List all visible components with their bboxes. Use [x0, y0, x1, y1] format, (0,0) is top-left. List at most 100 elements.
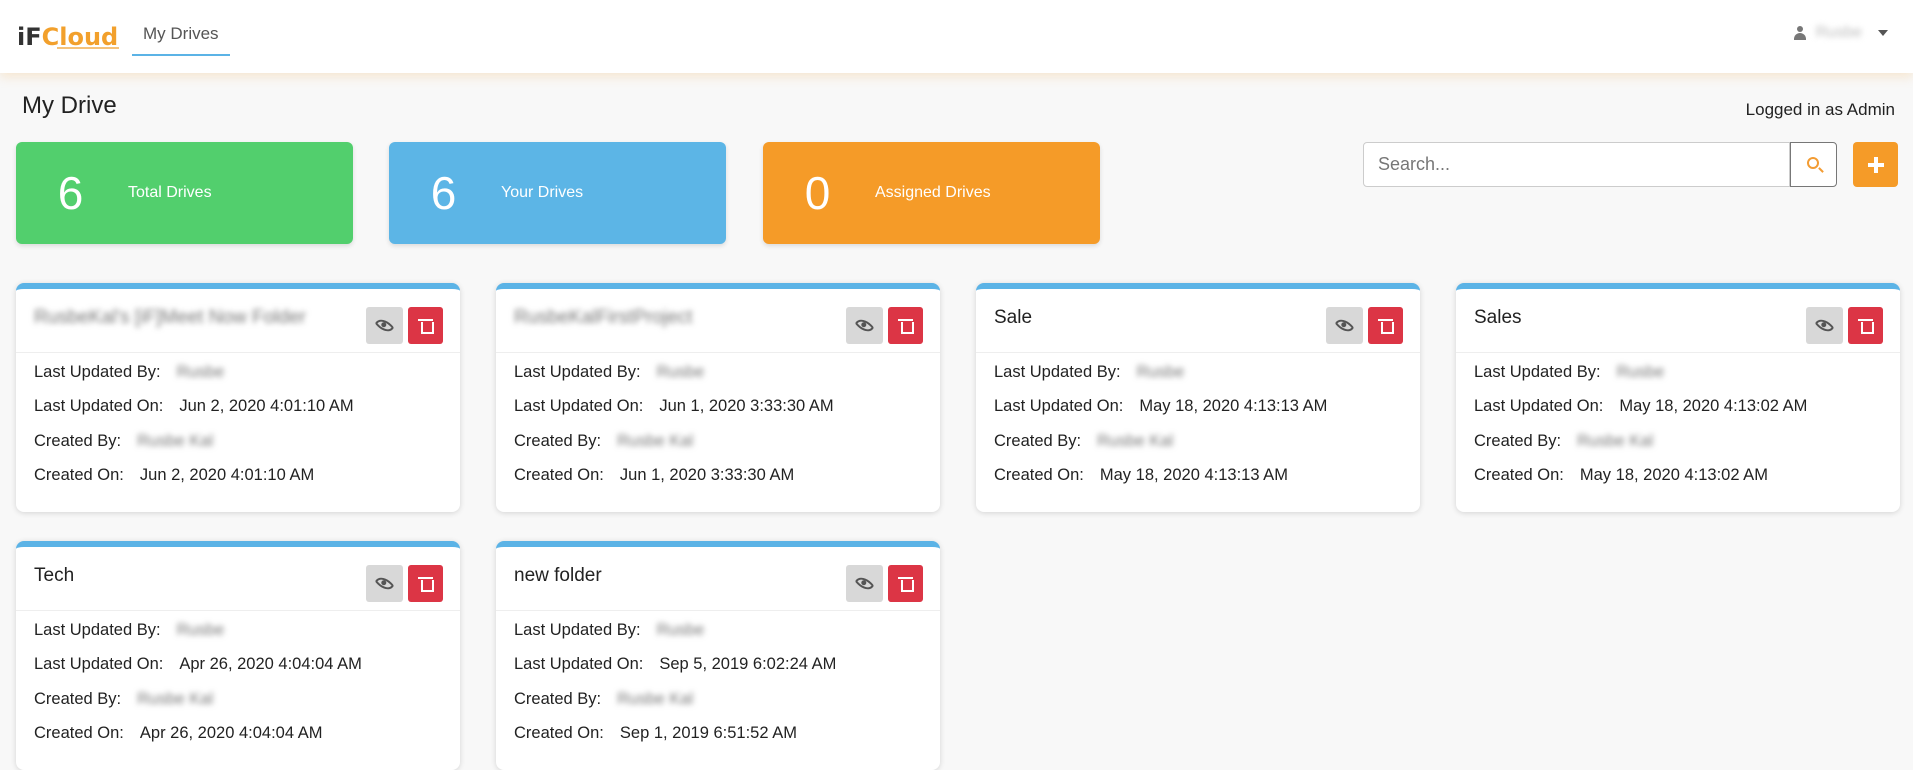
detail-label: Last Updated On: [1474, 397, 1604, 416]
drive-title[interactable]: RusbeKalFirstProject [514, 307, 692, 329]
view-button[interactable] [366, 307, 403, 344]
delete-button[interactable] [1368, 307, 1403, 344]
detail-row: Created On: Jun 1, 2020 3:33:30 AM [514, 459, 922, 494]
detail-value: Rusbe [1616, 362, 1665, 381]
detail-row: Created On: Apr 26, 2020 4:04:04 AM [34, 717, 442, 752]
detail-row: Last Updated On: Sep 5, 2019 6:02:24 AM [514, 648, 922, 683]
stat-label: Total Drives [128, 184, 212, 201]
drive-title[interactable]: new folder [514, 565, 602, 587]
page-title: My Drive [22, 92, 117, 119]
detail-row: Created By: Rusbe Kal [1474, 424, 1882, 459]
detail-label: Last Updated By: [1474, 362, 1601, 381]
eye-icon [854, 573, 875, 594]
trash-icon [898, 577, 914, 592]
view-button[interactable] [1806, 307, 1843, 344]
user-icon [1793, 26, 1806, 40]
search-button[interactable] [1790, 142, 1837, 187]
detail-value: Apr 26, 2020 4:04:04 AM [139, 724, 323, 743]
trash-icon [1858, 319, 1874, 334]
detail-label: Created On: [994, 466, 1084, 485]
drive-card: new folder Last Updated By: Rusbe Last Up… [496, 541, 940, 770]
view-button[interactable] [1326, 307, 1363, 344]
detail-label: Created By: [514, 431, 602, 450]
detail-label: Created By: [514, 689, 602, 708]
stat-total-drives: 6 Total Drives [16, 142, 353, 244]
detail-row: Created By: Rusbe Kal [994, 424, 1402, 459]
detail-row: Created By: Rusbe Kal [34, 424, 442, 459]
drive-title[interactable]: RusbeKal's [iF]Meet Now Folder [34, 307, 306, 329]
view-button[interactable] [366, 565, 403, 602]
stat-label: Assigned Drives [875, 184, 991, 201]
detail-value: Jun 1, 2020 3:33:30 AM [619, 466, 795, 485]
delete-button[interactable] [888, 307, 923, 344]
detail-value: Apr 26, 2020 4:04:04 AM [179, 655, 362, 674]
drive-card: Tech Last Updated By: Rusbe Last Updated … [16, 541, 460, 770]
detail-value: May 18, 2020 4:13:02 AM [1619, 397, 1808, 416]
add-drive-button[interactable] [1853, 142, 1898, 187]
card-header: RusbeKalFirstProject [496, 289, 940, 353]
detail-label: Created By: [34, 431, 122, 450]
detail-label: Last Updated On: [514, 655, 644, 674]
detail-value: Jun 2, 2020 4:01:10 AM [179, 397, 354, 416]
delete-button[interactable] [408, 565, 443, 602]
delete-button[interactable] [888, 565, 923, 602]
detail-row: Created On: Jun 2, 2020 4:01:10 AM [34, 459, 442, 494]
tab-my-drives[interactable]: My Drives [132, 18, 230, 56]
detail-row: Last Updated By: Rusbe [994, 355, 1402, 390]
user-menu[interactable]: Rusbe [1793, 24, 1888, 42]
detail-value: May 18, 2020 4:13:13 AM [1139, 397, 1328, 416]
detail-value: May 18, 2020 4:13:13 AM [1099, 466, 1288, 485]
card-details: Last Updated By: Rusbe Last Updated On: Ma… [1456, 353, 1900, 493]
logo-text-if: iF [17, 23, 42, 51]
card-details: Last Updated By: Rusbe Last Updated On: Ju… [496, 353, 940, 493]
detail-label: Created On: [34, 466, 124, 485]
detail-label: Last Updated On: [34, 397, 164, 416]
logo-underline [57, 47, 119, 49]
detail-value: Rusbe [1136, 362, 1185, 381]
eye-icon [854, 315, 875, 336]
detail-row: Last Updated By: Rusbe [514, 355, 922, 390]
detail-row: Last Updated By: Rusbe [34, 613, 442, 648]
ifcloud-logo[interactable]: iF Cloud [17, 22, 119, 52]
detail-row: Last Updated On: Jun 2, 2020 4:01:10 AM [34, 390, 442, 425]
detail-value: Jun 1, 2020 3:33:30 AM [659, 397, 834, 416]
delete-button[interactable] [408, 307, 443, 344]
detail-label: Last Updated On: [994, 397, 1124, 416]
detail-row: Created By: Rusbe Kal [34, 682, 442, 717]
card-details: Last Updated By: Rusbe Last Updated On: Ju… [16, 353, 460, 493]
detail-row: Created On: May 18, 2020 4:13:13 AM [994, 459, 1402, 494]
drive-title[interactable]: Tech [34, 565, 74, 587]
detail-value: Sep 5, 2019 6:02:24 AM [659, 655, 837, 674]
search-bar [1363, 142, 1837, 187]
detail-value: Rusbe Kal [617, 431, 694, 450]
stat-label: Your Drives [501, 184, 584, 201]
view-button[interactable] [846, 307, 883, 344]
detail-value: Sep 1, 2019 6:51:52 AM [619, 724, 797, 743]
drive-title[interactable]: Sale [994, 307, 1032, 329]
search-input[interactable] [1363, 142, 1791, 187]
detail-row: Last Updated On: Jun 1, 2020 3:33:30 AM [514, 390, 922, 425]
detail-label: Last Updated On: [514, 397, 644, 416]
detail-value: Jun 2, 2020 4:01:10 AM [139, 466, 315, 485]
drive-title[interactable]: Sales [1474, 307, 1522, 329]
detail-label: Last Updated By: [994, 362, 1121, 381]
card-details: Last Updated By: Rusbe Last Updated On: Se… [496, 611, 940, 751]
detail-value: Rusbe Kal [1577, 431, 1654, 450]
delete-button[interactable] [1848, 307, 1883, 344]
search-icon [1807, 157, 1820, 169]
chevron-down-icon [1878, 30, 1888, 36]
stat-value: 6 [430, 167, 457, 219]
detail-value: Rusbe Kal [617, 689, 694, 708]
stat-assigned-drives: 0 Assigned Drives [763, 142, 1100, 244]
stat-your-drives: 6 Your Drives [389, 142, 726, 244]
stat-value: 0 [804, 167, 831, 219]
detail-value: Rusbe Kal [137, 689, 214, 708]
view-button[interactable] [846, 565, 883, 602]
detail-row: Last Updated By: Rusbe [34, 355, 442, 390]
eye-icon [374, 315, 395, 336]
detail-label: Created On: [514, 724, 604, 743]
card-header: RusbeKal's [iF]Meet Now Folder [16, 289, 460, 353]
detail-value: May 18, 2020 4:13:02 AM [1579, 466, 1768, 485]
trash-icon [418, 319, 434, 334]
card-header: Sale [976, 289, 1420, 353]
